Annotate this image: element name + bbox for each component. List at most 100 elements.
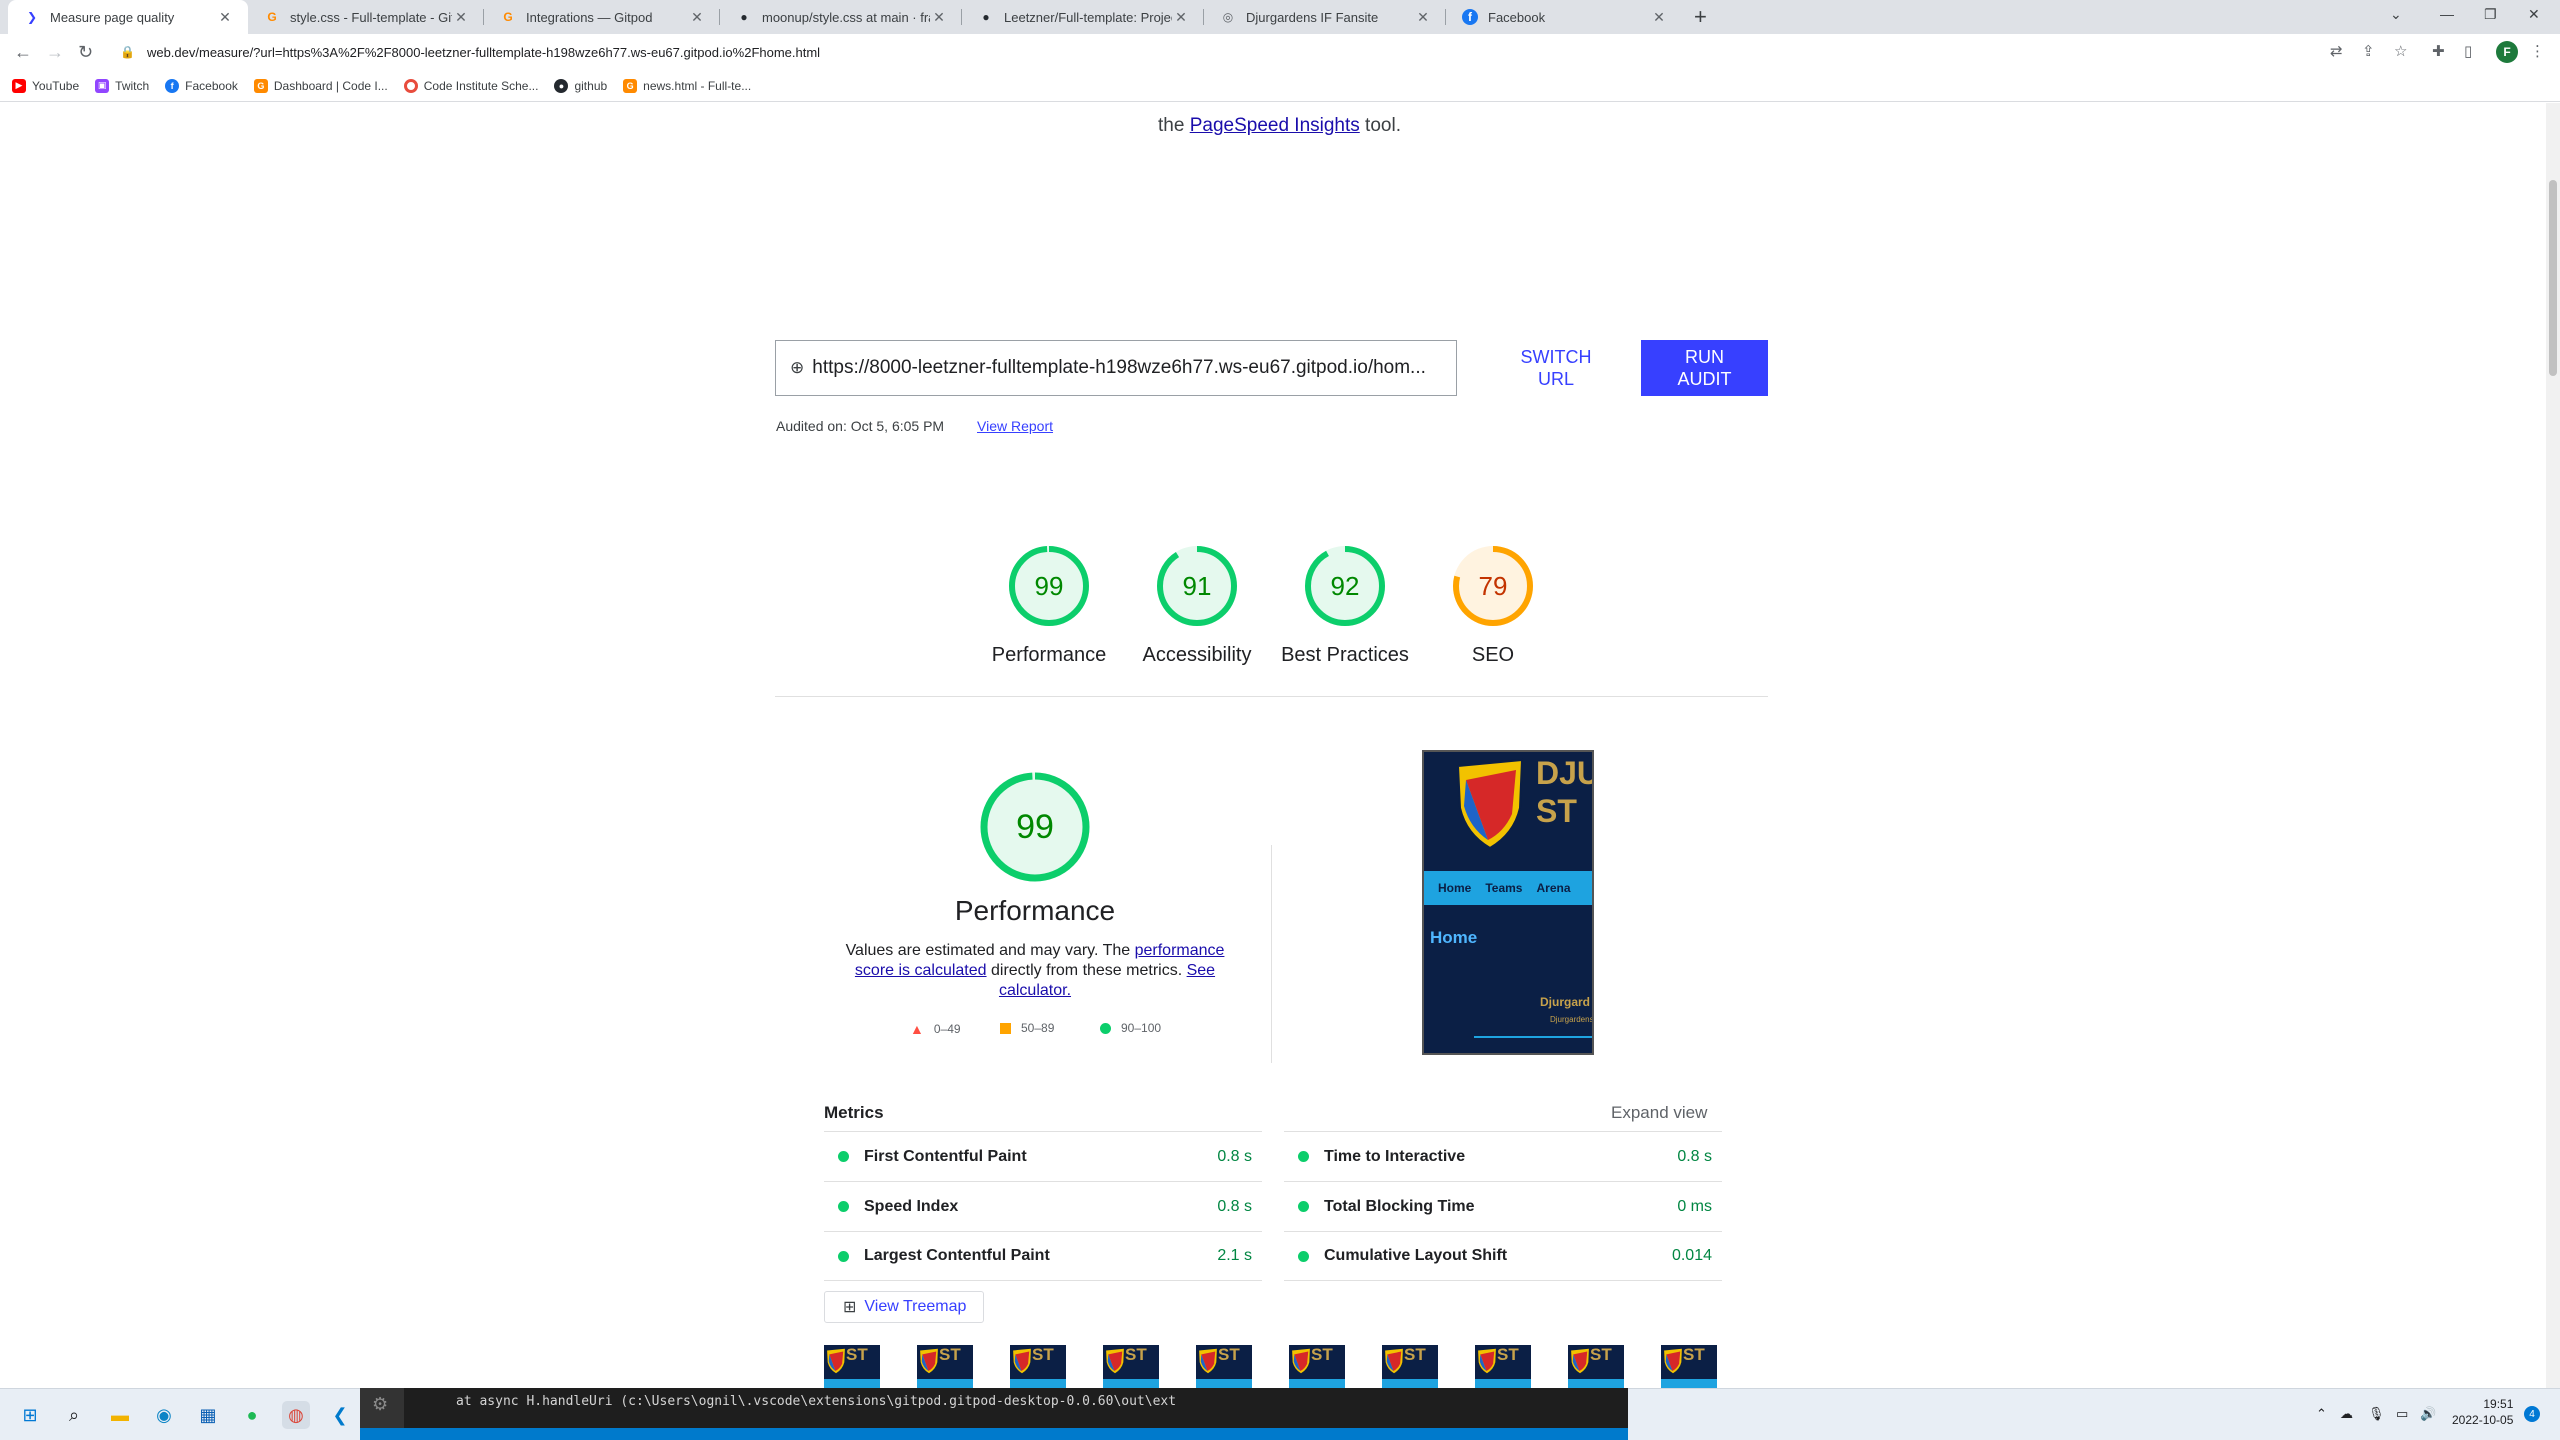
system-clock[interactable]: 19:51 2022-10-05 — [2452, 1396, 2513, 1428]
expand-view-toggle[interactable]: Expand view — [1611, 1103, 1707, 1123]
view-report-link[interactable]: View Report — [977, 418, 1053, 434]
edge-icon[interactable]: ◉ — [150, 1401, 178, 1429]
forward-icon[interactable]: → — [46, 42, 64, 63]
reload-icon[interactable]: ↻ — [78, 42, 93, 63]
side-panel-icon[interactable]: ▯ — [2464, 42, 2472, 60]
pass-circle-icon — [1298, 1250, 1309, 1262]
bookmark-star-icon[interactable]: ☆ — [2394, 42, 2407, 60]
close-icon[interactable]: ✕ — [688, 9, 706, 26]
accessibility-score-gauge[interactable]: 91 — [1155, 544, 1239, 628]
thumbnail-menu — [1661, 1379, 1717, 1388]
club-crest-icon — [1456, 758, 1524, 850]
switch-url-button[interactable]: SWITCH URL — [1488, 340, 1624, 396]
volume-icon[interactable]: 🔊 — [2420, 1406, 2436, 1422]
profile-avatar[interactable]: F — [2496, 41, 2518, 63]
translate-icon[interactable]: ⇄ — [2330, 42, 2343, 60]
best-practices-score-gauge[interactable]: 92 — [1303, 544, 1387, 628]
filmstrip-thumbnail: ST — [1568, 1345, 1624, 1388]
microphone-icon[interactable]: 🎙 — [2368, 1406, 2385, 1422]
pagespeed-insights-link[interactable]: PageSpeed Insights — [1190, 115, 1360, 136]
bookmark-facebook[interactable]: f Facebook — [165, 78, 238, 93]
tab-moonup-style[interactable]: ● moonup/style.css at main · frapp ✕ — [720, 0, 962, 34]
square-icon — [1000, 1022, 1011, 1034]
close-icon[interactable]: ✕ — [452, 9, 470, 26]
thumbnail-text: ST — [1404, 1345, 1426, 1364]
clock-date: 2022-10-05 — [2452, 1413, 2514, 1427]
settings-gear-icon[interactable]: ⚙ — [372, 1394, 388, 1415]
legend-label: 90–100 — [1121, 1021, 1162, 1035]
bookmarks-bar: ▶ YouTube ▣ Twitch f Facebook G Dashboar… — [0, 70, 2560, 102]
close-icon[interactable]: ✕ — [930, 9, 948, 26]
performance-score-gauge[interactable]: 99 — [1007, 544, 1091, 628]
thumbnail-menu — [1289, 1379, 1345, 1388]
close-icon[interactable]: ✕ — [1414, 9, 1432, 26]
extensions-icon[interactable]: ✚ — [2432, 42, 2445, 60]
club-crest-icon — [1106, 1348, 1124, 1374]
metric-name: Time to Interactive — [1324, 1147, 1466, 1165]
legend-label: 50–89 — [1021, 1021, 1055, 1035]
tab-facebook[interactable]: f Facebook ✕ — [1446, 0, 1682, 34]
performance-description: Values are estimated and may vary. The p… — [838, 941, 1232, 1001]
view-treemap-button[interactable]: ⊞ View Treemap — [824, 1291, 984, 1323]
windows-start-icon[interactable]: ⊞ — [16, 1401, 44, 1429]
bookmark-code-institute[interactable]: Code Institute Sche... — [403, 78, 538, 93]
minimize-button[interactable]: — — [2440, 6, 2454, 22]
github-icon: ● — [982, 10, 990, 24]
metric-value: 0.8 s — [1677, 1147, 1712, 1165]
notification-badge-icon[interactable]: 4 — [2524, 1406, 2540, 1422]
bookmark-news[interactable]: G news.html - Full-te... — [623, 78, 751, 93]
run-audit-button[interactable]: RUN AUDIT — [1641, 340, 1768, 396]
spotify-icon[interactable]: ● — [238, 1401, 266, 1429]
tab-title: Measure page quality — [50, 9, 175, 25]
audit-url-field[interactable]: ⊕ https://8000-leetzner-fulltemplate-h19… — [775, 340, 1457, 396]
page-viewport: the PageSpeed Insights tool. ⊕ https://8… — [0, 103, 2546, 1388]
pass-circle-icon — [838, 1201, 849, 1212]
filmstrip-thumbnail: ST — [1382, 1345, 1438, 1388]
bookmark-dashboard[interactable]: G Dashboard | Code I... — [253, 78, 388, 93]
tab-style-css[interactable]: G style.css - Full-template - Gitpod ✕ — [248, 0, 484, 34]
close-window-button[interactable]: ✕ — [2528, 6, 2540, 23]
store-icon[interactable]: ▦ — [194, 1401, 222, 1429]
cloud-sync-icon[interactable]: ☁ — [2340, 1406, 2353, 1422]
search-icon[interactable]: ⌕ — [60, 1401, 88, 1429]
page-screenshot-preview: DJU ST Home Teams Arena Home Djurgard Dj… — [1422, 750, 1594, 1055]
new-tab-button[interactable]: + — [1694, 4, 1707, 30]
tab-leetzner-full-template[interactable]: ● Leetzner/Full-template: Project 1 ✕ — [962, 0, 1204, 34]
scrollbar-thumb[interactable] — [2549, 180, 2557, 376]
tab-djurgardens[interactable]: ◎ Djurgardens IF Fansite ✕ — [1204, 0, 1446, 34]
share-icon[interactable]: ⇪ — [2362, 42, 2375, 60]
gitpod-icon: G — [623, 78, 638, 93]
metric-row: Time to Interactive 0.8 s — [1284, 1131, 1722, 1181]
tab-title: Integrations — Gitpod — [526, 9, 653, 25]
bookmark-twitch[interactable]: ▣ Twitch — [95, 78, 149, 93]
seo-score-gauge[interactable]: 79 — [1451, 544, 1535, 628]
chrome-icon[interactable]: ◍ — [282, 1401, 310, 1429]
file-explorer-icon[interactable]: ▬ — [106, 1401, 134, 1429]
close-icon[interactable]: ✕ — [1172, 9, 1190, 26]
address-bar[interactable]: 🔒 web.dev/measure/?url=https%3A%2F%2F800… — [120, 38, 2320, 66]
network-icon[interactable]: ▭ — [2396, 1406, 2408, 1422]
menu-icon[interactable]: ⋮ — [2530, 42, 2545, 60]
restore-button[interactable]: ❐ — [2484, 6, 2497, 23]
back-icon[interactable]: ← — [14, 42, 32, 63]
metric-value: 0.8 s — [1217, 1147, 1252, 1165]
bookmark-github[interactable]: ● github — [554, 78, 607, 93]
close-icon[interactable]: ✕ — [1650, 9, 1668, 26]
desc-text: directly from these metrics. — [986, 962, 1187, 979]
metric-value: 0.014 — [1671, 1247, 1712, 1264]
tab-search-icon[interactable]: ⌄ — [2390, 6, 2402, 23]
vscode-icon[interactable]: ❮ — [326, 1401, 354, 1429]
vscode-window-peek: ⚙ at async H.handleUri (c:\Users\ognil\.… — [360, 1388, 1628, 1440]
tab-measure-page-quality[interactable]: ❯ Measure page quality ✕ — [8, 0, 248, 34]
tab-integrations[interactable]: G Integrations — Gitpod ✕ — [484, 0, 720, 34]
triangle-icon: ▲ — [910, 1021, 924, 1037]
tab-title: moonup/style.css at main · frapp — [762, 9, 930, 25]
screenshot-menu-item: Home — [1438, 881, 1472, 895]
filmstrip-thumbnail: ST — [917, 1345, 973, 1388]
desc-text: Values are estimated and may vary. The — [845, 942, 1135, 959]
tray-chevron-icon[interactable]: ⌃ — [2316, 1406, 2327, 1422]
close-icon[interactable]: ✕ — [216, 9, 234, 26]
gitpod-icon: G — [503, 10, 513, 24]
section-divider — [775, 696, 1768, 697]
bookmark-youtube[interactable]: ▶ YouTube — [12, 78, 79, 93]
